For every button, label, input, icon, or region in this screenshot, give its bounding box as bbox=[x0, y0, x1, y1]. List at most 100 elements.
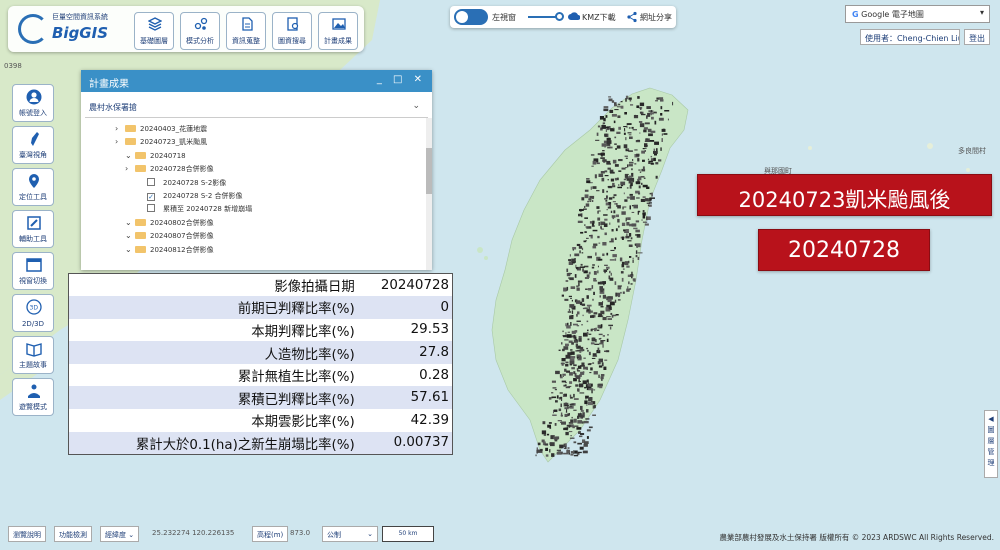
imagery-tile bbox=[599, 342, 604, 345]
tree-label: 20240807合併影像 bbox=[150, 232, 214, 241]
unit-select[interactable]: 公制 ⌄ bbox=[322, 526, 378, 542]
image-icon bbox=[332, 18, 346, 30]
layer-checkbox[interactable] bbox=[147, 204, 155, 213]
imagery-tile bbox=[579, 392, 585, 394]
imagery-tile bbox=[579, 351, 582, 353]
imagery-tile bbox=[639, 123, 645, 128]
imagery-tile bbox=[566, 268, 569, 273]
chevron-down-icon[interactable]: ⌄ bbox=[125, 231, 135, 240]
imagery-tile bbox=[625, 219, 627, 222]
imagery-tile bbox=[564, 404, 569, 406]
folder-row[interactable]: ⌄ 20240807合併影像 bbox=[125, 231, 214, 245]
swipe-toggle[interactable] bbox=[454, 9, 488, 25]
imagery-tile bbox=[566, 370, 570, 373]
layer-manager-tab[interactable]: ◀ 圖層管理 bbox=[984, 410, 998, 478]
share-url-button[interactable]: 網址分享 bbox=[640, 12, 672, 23]
taiwan-view-button[interactable]: 臺灣視角 bbox=[12, 126, 54, 164]
imagery-tile bbox=[614, 237, 617, 240]
chevron-down-icon[interactable]: ⌄ bbox=[125, 245, 135, 254]
layer-checkbox-row[interactable]: ✓ 20240728 S-2 合併影像 bbox=[147, 191, 243, 205]
imagery-tile bbox=[624, 199, 628, 202]
scale-bar: 50 km bbox=[382, 526, 434, 542]
imagery-tile bbox=[597, 153, 602, 156]
map-search-button[interactable]: 圖資搜尋 bbox=[272, 12, 312, 50]
plan-results-button[interactable]: 計畫成果 bbox=[318, 12, 358, 50]
imagery-tile bbox=[636, 197, 640, 199]
imagery-tile bbox=[576, 243, 581, 246]
imagery-tile bbox=[613, 210, 616, 214]
chevron-down-icon[interactable]: ⌄ bbox=[125, 151, 135, 160]
feature-check-button[interactable]: 功能檢測 bbox=[54, 526, 92, 542]
imagery-tile bbox=[591, 266, 595, 269]
folder-row[interactable]: ⌄ 20240718 bbox=[125, 151, 186, 165]
chevron-right-icon[interactable]: › bbox=[125, 164, 135, 173]
imagery-tile bbox=[660, 106, 663, 110]
tour-mode-button[interactable]: 遊覽模式 bbox=[12, 378, 54, 416]
story-button[interactable]: 主題故事 bbox=[12, 336, 54, 374]
imagery-tile bbox=[635, 220, 640, 223]
imagery-tile bbox=[603, 223, 608, 227]
imagery-tile bbox=[624, 174, 628, 178]
imagery-tile bbox=[642, 221, 648, 223]
coord-system-select[interactable]: 經緯度 ⌄ bbox=[100, 526, 140, 542]
opacity-slider[interactable] bbox=[528, 16, 558, 18]
scrollbar-thumb[interactable] bbox=[426, 148, 432, 194]
imagery-tile bbox=[574, 274, 577, 278]
folder-row[interactable]: › 20240403_花蓮地震 bbox=[115, 124, 207, 138]
info-collect-button[interactable]: 資訊蒐整 bbox=[226, 12, 266, 50]
imagery-tile bbox=[615, 148, 617, 150]
biggis-logo[interactable]: 巨量空間資訊系統 BigGIS bbox=[14, 10, 126, 48]
imagery-tile bbox=[621, 264, 625, 268]
imagery-tile bbox=[580, 231, 584, 234]
window-controls[interactable]: _ □ ✕ bbox=[377, 74, 426, 85]
aux-tools-button[interactable]: 輔助工具 bbox=[12, 210, 54, 248]
imagery-tile bbox=[605, 128, 607, 132]
dimension-toggle-button[interactable]: 3D 2D/3D bbox=[12, 294, 54, 332]
imagery-tile bbox=[649, 197, 652, 201]
chevron-right-icon[interactable]: › bbox=[115, 137, 125, 146]
imagery-tile bbox=[629, 233, 632, 237]
imagery-tile bbox=[601, 125, 606, 129]
panel-header[interactable]: 計畫成果 _ □ ✕ bbox=[81, 70, 432, 92]
layer-checkbox-row[interactable]: 20240728 S-2影像 bbox=[147, 177, 226, 192]
slider-handle[interactable] bbox=[555, 12, 564, 21]
project-select[interactable]: 農村水保署搶 ⌄ bbox=[85, 96, 428, 118]
imagery-tile bbox=[586, 429, 591, 432]
kmz-download-button[interactable]: KMZ下載 bbox=[582, 12, 616, 23]
layer-checkbox[interactable]: ✓ bbox=[147, 193, 155, 201]
panel-scrollbar[interactable] bbox=[426, 118, 432, 270]
login-button[interactable]: 帳號登入 bbox=[12, 84, 54, 122]
imagery-tile bbox=[672, 101, 674, 106]
basemap-layers-button[interactable]: 基礎圖層 bbox=[134, 12, 174, 50]
locate-tool-button[interactable]: 定位工具 bbox=[12, 168, 54, 206]
folder-row[interactable]: › 20240728合併影像 bbox=[125, 164, 214, 178]
guide-button[interactable]: 瀏覽說明 bbox=[8, 526, 46, 542]
basemap-select[interactable]: G Google 電子地圖 ▾ bbox=[845, 5, 990, 23]
chevron-right-icon[interactable]: › bbox=[115, 124, 125, 133]
imagery-tile bbox=[581, 362, 585, 366]
stat-value: 0.00737 bbox=[393, 435, 449, 451]
layer-checkbox[interactable] bbox=[147, 177, 155, 186]
folder-row[interactable]: ⌄ 20240812合併影像 bbox=[125, 245, 214, 259]
folder-row[interactable]: ⌄ 20240802合併影像 bbox=[125, 218, 214, 232]
imagery-tile bbox=[582, 412, 585, 416]
imagery-tile bbox=[661, 133, 663, 136]
imagery-tile bbox=[558, 349, 561, 351]
imagery-tile bbox=[571, 299, 573, 302]
imagery-tile bbox=[581, 252, 584, 254]
chevron-down-icon[interactable]: ⌄ bbox=[125, 218, 135, 227]
imagery-tile bbox=[612, 127, 615, 129]
imagery-tile bbox=[591, 165, 594, 167]
logout-button[interactable]: 登出 bbox=[964, 29, 990, 45]
sidebar-label: 輔助工具 bbox=[19, 235, 47, 243]
imagery-tile bbox=[601, 340, 606, 342]
folder-row[interactable]: › 20240723_凱米颱風 bbox=[115, 137, 207, 151]
layer-checkbox-row[interactable]: 累積至 20240728 新增崩塌 bbox=[147, 204, 252, 218]
imagery-tile bbox=[626, 233, 628, 237]
model-analysis-button[interactable]: 模式分析 bbox=[180, 12, 220, 50]
share-icon[interactable] bbox=[626, 11, 638, 23]
imagery-tile bbox=[610, 312, 613, 315]
cloud-download-icon[interactable] bbox=[568, 11, 580, 23]
imagery-tile bbox=[550, 435, 554, 440]
window-switch-button[interactable]: 視窗切換 bbox=[12, 252, 54, 290]
